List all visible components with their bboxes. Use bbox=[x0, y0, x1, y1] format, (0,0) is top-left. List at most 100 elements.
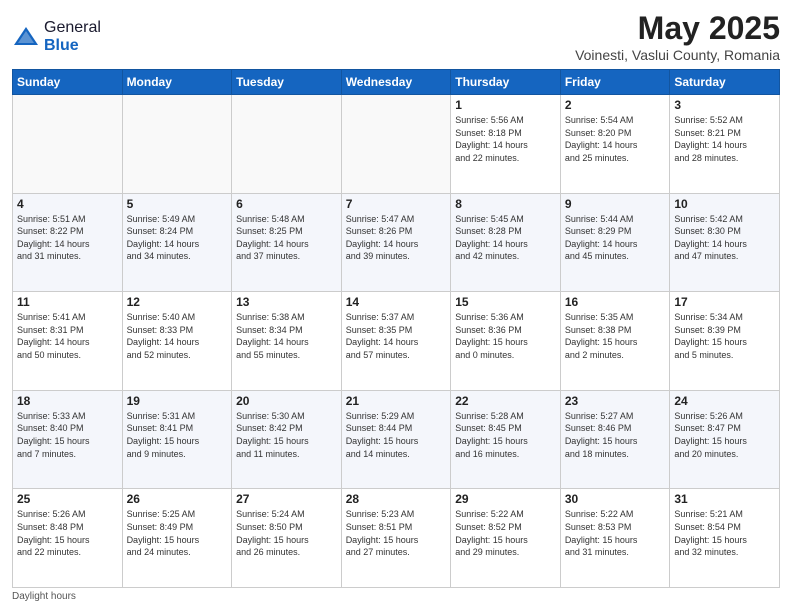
calendar-cell: 15Sunrise: 5:36 AM Sunset: 8:36 PM Dayli… bbox=[451, 292, 561, 391]
day-info: Sunrise: 5:51 AM Sunset: 8:22 PM Dayligh… bbox=[17, 213, 118, 263]
day-info: Sunrise: 5:47 AM Sunset: 8:26 PM Dayligh… bbox=[346, 213, 447, 263]
day-info: Sunrise: 5:28 AM Sunset: 8:45 PM Dayligh… bbox=[455, 410, 556, 460]
week-row-1: 1 Sunrise: 5:56 AM Sunset: 8:18 PM Daylig… bbox=[13, 95, 780, 194]
day-number: 4 bbox=[17, 197, 118, 211]
day-info: Sunrise: 5:25 AM Sunset: 8:49 PM Dayligh… bbox=[127, 508, 228, 558]
calendar-cell: 10Sunrise: 5:42 AM Sunset: 8:30 PM Dayli… bbox=[670, 193, 780, 292]
day-info: Sunrise: 5:29 AM Sunset: 8:44 PM Dayligh… bbox=[346, 410, 447, 460]
day-info: Sunrise: 5:41 AM Sunset: 8:31 PM Dayligh… bbox=[17, 311, 118, 361]
day-number: 24 bbox=[674, 394, 775, 408]
calendar-cell: 9Sunrise: 5:44 AM Sunset: 8:29 PM Daylig… bbox=[560, 193, 670, 292]
calendar-cell: 2Sunrise: 5:54 AM Sunset: 8:20 PM Daylig… bbox=[560, 95, 670, 194]
logo: General Blue bbox=[12, 19, 101, 55]
day-info: Sunrise: 5:44 AM Sunset: 8:29 PM Dayligh… bbox=[565, 213, 666, 263]
day-number: 20 bbox=[236, 394, 337, 408]
calendar-cell: 12 Sunrise: 5:40 AM Sunset: 8:33 PM Dayli… bbox=[122, 292, 232, 391]
month-title: May 2025 bbox=[575, 10, 780, 47]
calendar-cell bbox=[122, 95, 232, 194]
day-number: 30 bbox=[565, 492, 666, 506]
calendar-cell: 26 Sunrise: 5:25 AM Sunset: 8:49 PM Dayli… bbox=[122, 489, 232, 588]
header: General Blue May 2025 Voinesti, Vaslui C… bbox=[12, 10, 780, 63]
calendar-cell: 11 Sunrise: 5:41 AM Sunset: 8:31 PM Dayli… bbox=[13, 292, 123, 391]
day-info: Sunrise: 5:40 AM Sunset: 8:33 PM Dayligh… bbox=[127, 311, 228, 361]
day-number: 27 bbox=[236, 492, 337, 506]
day-number: 21 bbox=[346, 394, 447, 408]
day-info: Sunrise: 5:35 AM Sunset: 8:38 PM Dayligh… bbox=[565, 311, 666, 361]
day-info: Sunrise: 5:34 AM Sunset: 8:39 PM Dayligh… bbox=[674, 311, 775, 361]
weekday-header-friday: Friday bbox=[560, 70, 670, 95]
day-info: Sunrise: 5:31 AM Sunset: 8:41 PM Dayligh… bbox=[127, 410, 228, 460]
day-info: Sunrise: 5:38 AM Sunset: 8:34 PM Dayligh… bbox=[236, 311, 337, 361]
day-info: Sunrise: 5:21 AM Sunset: 8:54 PM Dayligh… bbox=[674, 508, 775, 558]
calendar-cell: 5 Sunrise: 5:49 AM Sunset: 8:24 PM Daylig… bbox=[122, 193, 232, 292]
location-subtitle: Voinesti, Vaslui County, Romania bbox=[575, 47, 780, 63]
day-number: 25 bbox=[17, 492, 118, 506]
calendar-cell: 7Sunrise: 5:47 AM Sunset: 8:26 PM Daylig… bbox=[341, 193, 451, 292]
weekday-header-wednesday: Wednesday bbox=[341, 70, 451, 95]
day-number: 22 bbox=[455, 394, 556, 408]
day-info: Sunrise: 5:23 AM Sunset: 8:51 PM Dayligh… bbox=[346, 508, 447, 558]
day-info: Sunrise: 5:22 AM Sunset: 8:53 PM Dayligh… bbox=[565, 508, 666, 558]
day-info: Sunrise: 5:48 AM Sunset: 8:25 PM Dayligh… bbox=[236, 213, 337, 263]
calendar-cell: 19Sunrise: 5:31 AM Sunset: 8:41 PM Dayli… bbox=[122, 390, 232, 489]
day-number: 14 bbox=[346, 295, 447, 309]
calendar-cell: 20 Sunrise: 5:30 AM Sunset: 8:42 PM Dayli… bbox=[232, 390, 342, 489]
calendar-cell: 3Sunrise: 5:52 AM Sunset: 8:21 PM Daylig… bbox=[670, 95, 780, 194]
day-info: Sunrise: 5:30 AM Sunset: 8:42 PM Dayligh… bbox=[236, 410, 337, 460]
day-number: 18 bbox=[17, 394, 118, 408]
calendar-cell: 29 Sunrise: 5:22 AM Sunset: 8:52 PM Dayli… bbox=[451, 489, 561, 588]
calendar-cell: 8Sunrise: 5:45 AM Sunset: 8:28 PM Daylig… bbox=[451, 193, 561, 292]
day-number: 26 bbox=[127, 492, 228, 506]
day-number: 23 bbox=[565, 394, 666, 408]
day-number: 12 bbox=[127, 295, 228, 309]
page: General Blue May 2025 Voinesti, Vaslui C… bbox=[0, 0, 792, 612]
day-number: 2 bbox=[565, 98, 666, 112]
week-row-4: 18 Sunrise: 5:33 AM Sunset: 8:40 PM Dayli… bbox=[13, 390, 780, 489]
calendar-cell: 24Sunrise: 5:26 AM Sunset: 8:47 PM Dayli… bbox=[670, 390, 780, 489]
day-number: 31 bbox=[674, 492, 775, 506]
day-number: 6 bbox=[236, 197, 337, 211]
footer-note: Daylight hours bbox=[12, 591, 780, 602]
day-info: Sunrise: 5:33 AM Sunset: 8:40 PM Dayligh… bbox=[17, 410, 118, 460]
calendar-cell: 16Sunrise: 5:35 AM Sunset: 8:38 PM Dayli… bbox=[560, 292, 670, 391]
logo-general-text: General bbox=[44, 19, 101, 36]
calendar-cell: 30 Sunrise: 5:22 AM Sunset: 8:53 PM Dayli… bbox=[560, 489, 670, 588]
calendar-cell: 28 Sunrise: 5:23 AM Sunset: 8:51 PM Dayli… bbox=[341, 489, 451, 588]
weekday-header-row: SundayMondayTuesdayWednesdayThursdayFrid… bbox=[13, 70, 780, 95]
week-row-2: 4 Sunrise: 5:51 AM Sunset: 8:22 PM Daylig… bbox=[13, 193, 780, 292]
day-number: 17 bbox=[674, 295, 775, 309]
calendar-cell: 14 Sunrise: 5:37 AM Sunset: 8:35 PM Dayli… bbox=[341, 292, 451, 391]
day-info: Sunrise: 5:27 AM Sunset: 8:46 PM Dayligh… bbox=[565, 410, 666, 460]
weekday-header-saturday: Saturday bbox=[670, 70, 780, 95]
week-row-3: 11 Sunrise: 5:41 AM Sunset: 8:31 PM Dayli… bbox=[13, 292, 780, 391]
weekday-header-thursday: Thursday bbox=[451, 70, 561, 95]
calendar-cell: 25Sunrise: 5:26 AM Sunset: 8:48 PM Dayli… bbox=[13, 489, 123, 588]
calendar-cell: 18 Sunrise: 5:33 AM Sunset: 8:40 PM Dayli… bbox=[13, 390, 123, 489]
day-number: 11 bbox=[17, 295, 118, 309]
calendar-cell bbox=[341, 95, 451, 194]
day-info: Sunrise: 5:37 AM Sunset: 8:35 PM Dayligh… bbox=[346, 311, 447, 361]
day-info: Sunrise: 5:22 AM Sunset: 8:52 PM Dayligh… bbox=[455, 508, 556, 558]
day-number: 5 bbox=[127, 197, 228, 211]
weekday-header-monday: Monday bbox=[122, 70, 232, 95]
day-info: Sunrise: 5:24 AM Sunset: 8:50 PM Dayligh… bbox=[236, 508, 337, 558]
calendar-table: SundayMondayTuesdayWednesdayThursdayFrid… bbox=[12, 69, 780, 588]
title-block: May 2025 Voinesti, Vaslui County, Romani… bbox=[575, 10, 780, 63]
calendar-cell: 31 Sunrise: 5:21 AM Sunset: 8:54 PM Dayli… bbox=[670, 489, 780, 588]
calendar-cell: 21 Sunrise: 5:29 AM Sunset: 8:44 PM Dayli… bbox=[341, 390, 451, 489]
day-number: 28 bbox=[346, 492, 447, 506]
day-number: 15 bbox=[455, 295, 556, 309]
calendar-cell: 17 Sunrise: 5:34 AM Sunset: 8:39 PM Dayli… bbox=[670, 292, 780, 391]
calendar-cell: 23 Sunrise: 5:27 AM Sunset: 8:46 PM Dayli… bbox=[560, 390, 670, 489]
calendar-cell: 6 Sunrise: 5:48 AM Sunset: 8:25 PM Daylig… bbox=[232, 193, 342, 292]
day-info: Sunrise: 5:49 AM Sunset: 8:24 PM Dayligh… bbox=[127, 213, 228, 263]
day-info: Sunrise: 5:42 AM Sunset: 8:30 PM Dayligh… bbox=[674, 213, 775, 263]
day-number: 1 bbox=[455, 98, 556, 112]
calendar-cell: 4 Sunrise: 5:51 AM Sunset: 8:22 PM Daylig… bbox=[13, 193, 123, 292]
calendar-cell: 27 Sunrise: 5:24 AM Sunset: 8:50 PM Dayli… bbox=[232, 489, 342, 588]
day-info: Sunrise: 5:56 AM Sunset: 8:18 PM Dayligh… bbox=[455, 114, 556, 164]
day-number: 3 bbox=[674, 98, 775, 112]
week-row-5: 25Sunrise: 5:26 AM Sunset: 8:48 PM Dayli… bbox=[13, 489, 780, 588]
day-number: 29 bbox=[455, 492, 556, 506]
calendar-cell bbox=[13, 95, 123, 194]
